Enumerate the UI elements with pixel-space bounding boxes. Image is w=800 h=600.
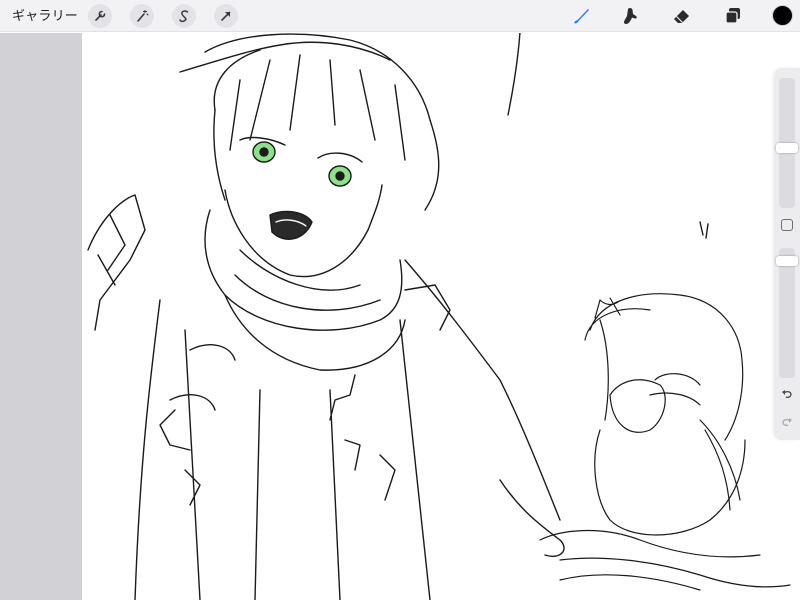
brush-size-thumb[interactable]: [776, 143, 798, 153]
opacity-slider[interactable]: [779, 248, 795, 378]
brush-tool-button[interactable]: [569, 4, 593, 28]
layers-icon: [725, 8, 740, 24]
eraser-icon: [674, 10, 689, 23]
redo-icon: [782, 418, 792, 427]
layers-button[interactable]: [721, 4, 745, 28]
magic-wand-icon: [137, 9, 149, 22]
wrench-icon: [95, 10, 106, 21]
selection-button[interactable]: [172, 4, 196, 28]
gallery-button[interactable]: ギャラリー: [12, 7, 78, 25]
color-picker-button[interactable]: [772, 5, 793, 26]
opacity-thumb[interactable]: [776, 256, 798, 266]
brush-sidebar: [774, 68, 800, 440]
smudge-icon: [624, 7, 637, 24]
eraser-tool-button[interactable]: [670, 4, 694, 28]
undo-button[interactable]: [779, 386, 795, 402]
canvas-gutter: [0, 33, 82, 600]
redo-button[interactable]: [779, 414, 795, 430]
smudge-tool-button[interactable]: [618, 4, 642, 28]
adjustments-button[interactable]: [130, 4, 154, 28]
brush-icon: [574, 9, 589, 24]
transform-button[interactable]: [214, 4, 238, 28]
sketch-artwork: [87, 33, 791, 600]
selection-icon: [179, 10, 189, 23]
top-toolbar: ギャラリー: [0, 0, 800, 32]
drawing-canvas[interactable]: [82, 33, 800, 600]
actions-button[interactable]: [88, 4, 112, 28]
transform-arrow-icon: [221, 11, 231, 21]
modify-button[interactable]: [781, 219, 793, 231]
undo-icon: [782, 390, 792, 399]
